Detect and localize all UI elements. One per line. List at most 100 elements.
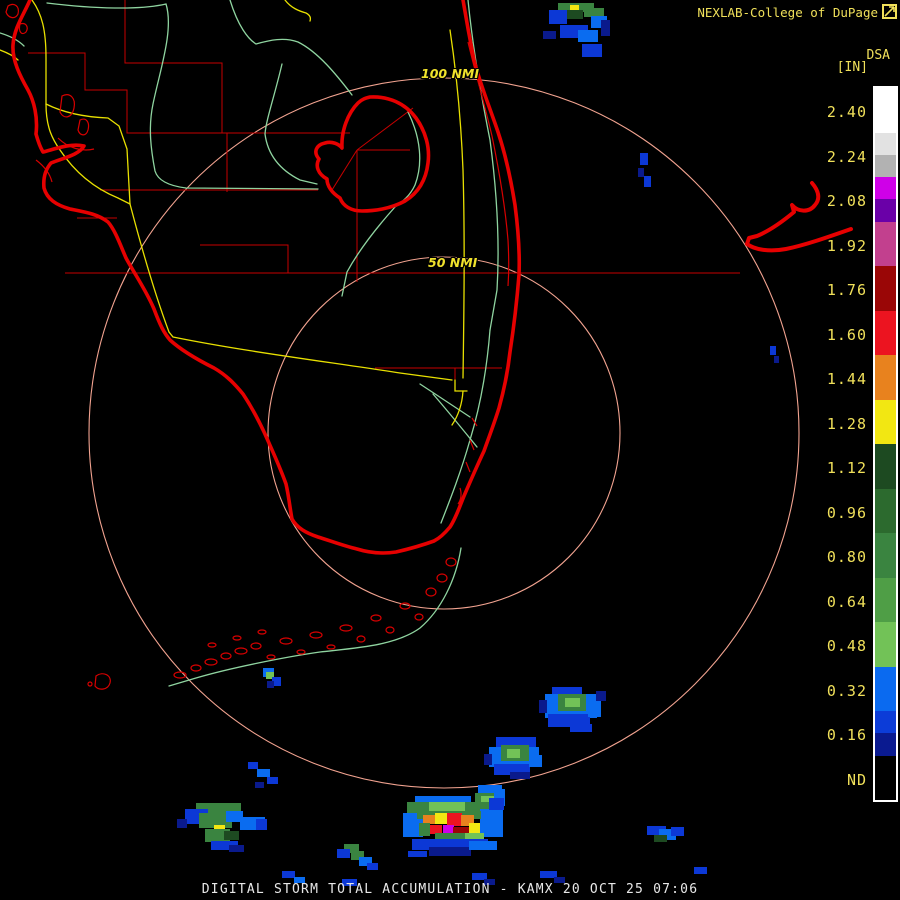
color-scale-label: 1.76 (826, 281, 867, 300)
precip-cell (566, 10, 583, 19)
precip-cell (640, 153, 648, 165)
precip-cell (770, 346, 776, 355)
color-scale-segment (875, 622, 896, 667)
color-scale-swatch (875, 666, 896, 711)
precip-cell (596, 691, 606, 701)
color-scale-segment (875, 399, 896, 444)
precip-cell (429, 847, 471, 856)
color-scale-segment (875, 221, 896, 266)
range-ring-100nmi (88, 77, 800, 789)
precip-cell (177, 819, 187, 828)
color-scale-swatch (875, 355, 896, 400)
coastline (11, 0, 853, 555)
range-ring-label-50nmi: 50 NMI (428, 255, 478, 270)
color-scale-swatch (875, 177, 896, 200)
color-scale-segment (875, 266, 896, 311)
precip-cell (549, 10, 567, 24)
color-scale-swatch (875, 154, 896, 177)
road-lines (0, 0, 468, 426)
precip-cell (469, 841, 497, 850)
county-lines (28, 0, 740, 382)
color-scale-label: 2.24 (826, 147, 867, 166)
precip-cell (419, 823, 430, 836)
precip-echoes (177, 3, 779, 886)
precip-cell (489, 798, 504, 810)
precip-cell (774, 356, 779, 363)
color-scale-swatch (875, 88, 896, 133)
precip-cell (423, 815, 436, 824)
precip-cell (443, 825, 454, 834)
color-scale-label: ND (846, 770, 867, 789)
precip-cell (429, 825, 442, 834)
color-scale-segment (875, 132, 896, 177)
precip-cell (543, 31, 556, 39)
color-scale-segment (875, 533, 896, 578)
precip-cell (578, 30, 598, 42)
color-scale-swatch (875, 755, 896, 800)
color-scale-swatch (875, 711, 896, 734)
precip-cell (539, 700, 547, 713)
precip-cell (601, 20, 610, 36)
color-scale-segment (875, 88, 896, 133)
coast-detail (5, 3, 510, 690)
precip-cell (429, 802, 465, 811)
color-scale-swatch (875, 221, 896, 266)
florida-coast (11, 0, 522, 555)
precip-cell (282, 871, 295, 878)
radar-map (0, 0, 853, 886)
color-scale-label: 1.92 (826, 236, 867, 255)
precip-cell (654, 835, 667, 842)
color-scale-swatch (875, 310, 896, 355)
precip-cell (469, 823, 480, 834)
precip-cell (472, 873, 487, 880)
color-scale-segment (875, 444, 896, 489)
color-scale-label: 0.32 (826, 681, 867, 700)
precip-cell (255, 782, 264, 788)
precip-cell (367, 863, 378, 870)
color-scale-swatch (875, 577, 896, 622)
precip-cell (267, 681, 274, 688)
color-scale-swatch (875, 444, 896, 489)
precip-cell (588, 700, 601, 717)
precip-cell (224, 831, 239, 840)
precip-cell (644, 176, 651, 187)
color-scale-segment (875, 755, 896, 800)
color-scale-segment (875, 355, 896, 400)
product-code-label: DSA (866, 48, 890, 63)
color-scale-swatch (875, 132, 896, 155)
color-scale-label: 1.44 (826, 370, 867, 389)
precip-cell (337, 849, 350, 858)
color-scale-label: 1.28 (826, 414, 867, 433)
color-scale-label: 1.60 (826, 325, 867, 344)
color-scale-segment (875, 666, 896, 711)
color-scale-label: 0.80 (826, 548, 867, 567)
lake-okeechobee (314, 95, 431, 213)
precip-cell (584, 8, 604, 17)
precip-cell (529, 755, 542, 767)
precip-cell (565, 698, 580, 707)
brand-title: NEXLAB-College of DuPage (697, 5, 878, 20)
precip-cell (570, 724, 592, 732)
product-units-label: [IN] (836, 60, 868, 75)
radar-display: NEXLAB-College of DuPage DSA [IN] 2.40 2.… (0, 0, 900, 900)
precip-cell (480, 809, 503, 837)
precip-cell (507, 749, 520, 758)
color-scale-label: 0.48 (826, 637, 867, 656)
color-scale-swatch (875, 266, 896, 311)
color-scale-segment (875, 488, 896, 533)
precip-cell (408, 851, 427, 857)
precip-cell (248, 762, 258, 769)
color-scale-label: 0.96 (826, 503, 867, 522)
color-scale-swatch (875, 733, 896, 756)
color-scale-segment (875, 310, 896, 355)
color-scale-label: 2.08 (826, 192, 867, 211)
color-scale-bar (873, 86, 898, 802)
precip-cell (256, 819, 267, 830)
precip-cell (510, 772, 530, 779)
color-scale-label: 0.16 (826, 726, 867, 745)
precip-cell (638, 168, 644, 177)
range-ring-50nmi (267, 256, 621, 610)
color-scale-segment (875, 577, 896, 622)
range-ring-label-100nmi: 100 NMI (421, 66, 479, 81)
precip-cell (257, 769, 270, 777)
